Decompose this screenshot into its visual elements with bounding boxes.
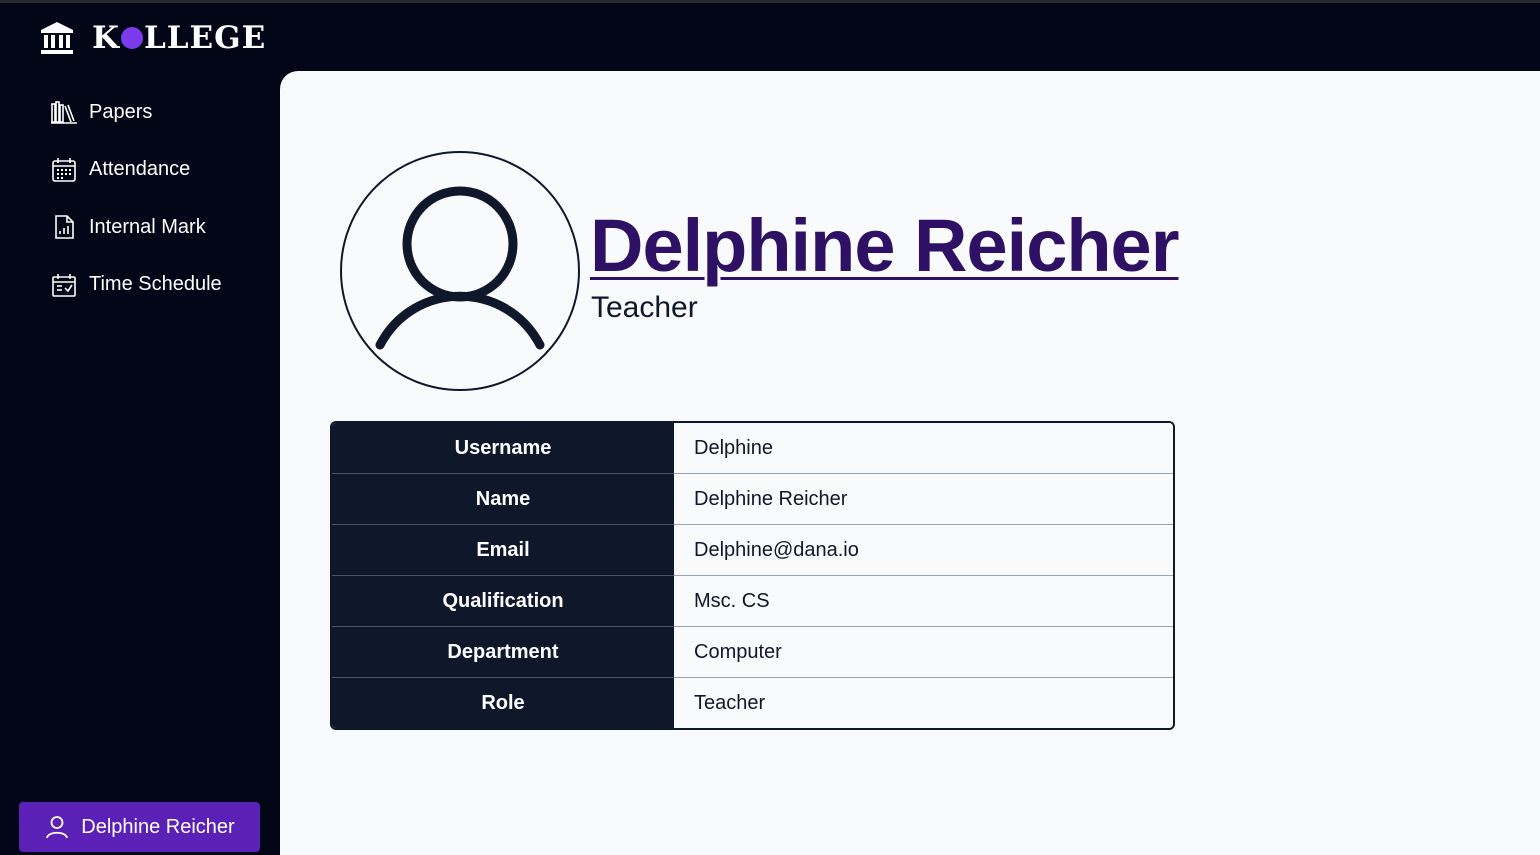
user-icon [46,816,69,839]
books-icon [51,101,77,124]
sidebar-item-papers[interactable]: Papers [50,92,222,132]
detail-value-qualification: Msc. CS [674,576,1173,627]
user-profile-name: Delphine Reicher [81,815,235,838]
sidebar-item-label: Attendance [89,158,191,180]
detail-label-role: Role [332,678,674,728]
user-profile-button[interactable]: Delphine Reicher [19,802,260,852]
detail-label-qualification: Qualification [332,576,674,627]
detail-value-role: Teacher [674,678,1173,728]
sidebar-item-label: Time Schedule [89,273,222,295]
logo-text-end: LLEGE [143,19,267,56]
detail-label-username: Username [332,423,674,474]
sidebar-item-label: Internal Mark [89,215,206,238]
sidebar-item-label: Papers [89,100,153,123]
report-chart-icon [55,215,74,239]
user-avatar-icon [375,186,545,350]
window-top-border [0,0,1540,3]
institution-icon [41,22,73,54]
calendar-check-icon [52,273,76,297]
detail-label-department: Department [332,627,674,678]
table-row: Username Delphine [332,423,1173,474]
profile-role: Teacher [591,291,698,324]
detail-label-name: Name [332,474,674,525]
detail-value-username: Delphine [674,423,1173,474]
table-row: Name Delphine Reicher [332,474,1173,525]
sidebar-item-attendance[interactable]: Attendance [50,150,222,190]
detail-value-department: Computer [674,627,1173,678]
table-row: Email Delphine@dana.io [332,525,1173,576]
table-row: Role Teacher [332,678,1173,728]
sidebar-item-time-schedule[interactable]: Time Schedule [50,265,222,305]
calendar-grid-icon [52,157,76,182]
profile-avatar [340,151,580,391]
detail-value-name: Delphine Reicher [674,474,1173,525]
profile-name-link[interactable]: Delphine Reicher [590,209,1180,283]
sidebar-nav: Papers Attendance Internal Mark Time Sch… [50,92,222,322]
app-logo[interactable]: K LLEGE [39,20,266,56]
main-panel: Delphine Reicher Teacher Username Delphi… [280,71,1540,855]
table-row: Qualification Msc. CS [332,576,1173,627]
detail-label-email: Email [332,525,674,576]
app-logo-text: K LLEGE [92,19,267,56]
logo-text-start: K [92,19,120,56]
profile-details-table: Username Delphine Name Delphine Reicher … [330,421,1175,730]
logo-dot [120,27,143,49]
detail-value-email: Delphine@dana.io [674,525,1173,576]
table-row: Department Computer [332,627,1173,678]
sidebar-item-internal-mark[interactable]: Internal Mark [50,207,222,247]
